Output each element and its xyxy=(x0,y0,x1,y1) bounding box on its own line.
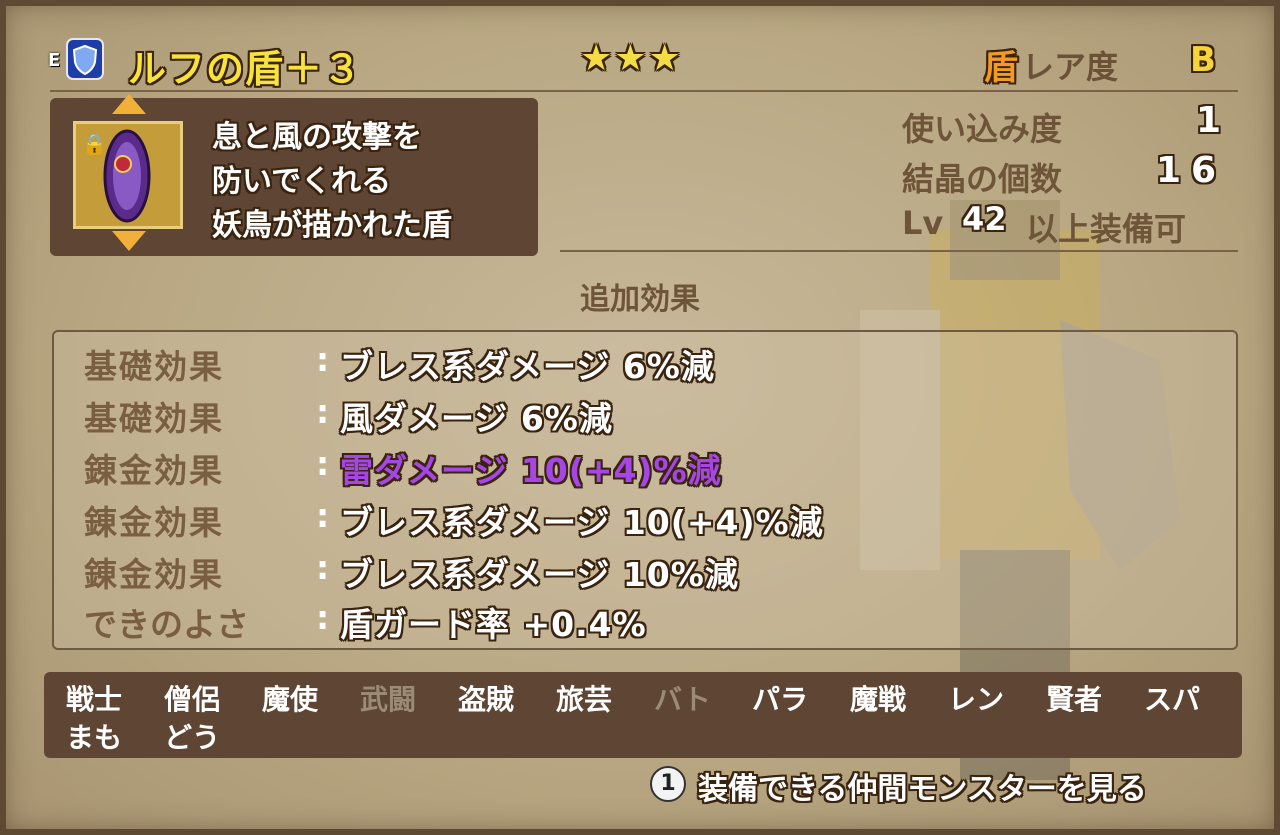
job-dougu: どう xyxy=(164,721,221,754)
job-warrior: 戦士 xyxy=(66,683,123,716)
equipped-mark: E xyxy=(48,50,61,71)
description-line-3: 妖鳥が描かれた盾 xyxy=(212,208,452,243)
effects-panel: 基礎効果 : ブレス系ダメージ 6%減 基礎効果 : 風ダメージ 6%減 錬金効… xyxy=(52,330,1238,650)
effect-value: ブレス系ダメージ 6%減 xyxy=(340,347,715,386)
item-name: ルフの盾＋３ xyxy=(128,47,363,91)
job-thief: 盗賊 xyxy=(458,683,515,716)
effect-colon: : xyxy=(316,548,330,587)
level-value: 42 xyxy=(962,200,1007,238)
job-ranger: レン xyxy=(948,683,1005,716)
description-line-1: 息と風の攻撃を xyxy=(212,120,422,155)
effect-row: 錬金効果 : 雷ダメージ 10(+4)%減 xyxy=(84,444,1184,496)
stats-divider xyxy=(560,250,1238,252)
shield-icon xyxy=(66,38,104,80)
effect-colon: : xyxy=(316,392,330,431)
effect-value: ブレス系ダメージ 10(+4)%減 xyxy=(340,503,824,542)
job-protector: まも xyxy=(66,721,123,754)
item-shield-icon xyxy=(103,129,151,223)
job-sage: 賢者 xyxy=(1046,683,1103,716)
effect-colon: : xyxy=(316,598,330,637)
item-category: 盾 xyxy=(984,48,1018,88)
effect-type: できのよさ xyxy=(84,605,249,644)
rarity-value: B xyxy=(1190,40,1216,80)
effect-value-highlighted: 雷ダメージ 10(+4)%減 xyxy=(340,451,722,490)
job-entertainer: 旅芸 xyxy=(556,683,613,716)
effect-colon: : xyxy=(316,340,330,379)
description-panel: 🔒 息と風の攻撃を 防いでくれる 妖鳥が描かれた盾 xyxy=(50,94,538,256)
job-priest: 僧侶 xyxy=(164,683,221,716)
effect-value: 風ダメージ 6%減 xyxy=(340,399,613,438)
view-monsters-hint[interactable]: 1 装備できる仲間モンスターを見る xyxy=(646,760,1246,808)
effect-type: 錬金効果 xyxy=(84,503,224,542)
title-divider xyxy=(50,90,1238,92)
effect-type: 基礎効果 xyxy=(84,347,224,386)
rarity-label: レア度 xyxy=(1022,48,1119,86)
effect-row: 基礎効果 : 風ダメージ 6%減 xyxy=(84,392,1184,444)
effect-value: 盾ガード率 +0.4% xyxy=(340,605,647,644)
effect-row: 錬金効果 : ブレス系ダメージ 10%減 xyxy=(84,548,1184,600)
stats-panel: 使い込み度 1 結晶の個数 16 Lv 42 以上装備可 xyxy=(560,98,1238,256)
effect-row: できのよさ : 盾ガード率 +0.4% xyxy=(84,598,1184,650)
effect-value: ブレス系ダメージ 10%減 xyxy=(340,555,739,594)
star-rating: ★★★ xyxy=(580,38,683,79)
job-magic-warrior: 魔戦 xyxy=(850,683,907,716)
usage-label: 使い込み度 xyxy=(902,110,1063,148)
description-line-2: 防いでくれる xyxy=(212,164,392,199)
usage-value: 1 xyxy=(1196,100,1222,141)
arrow-down-icon[interactable] xyxy=(112,231,146,251)
job-paladin: パラ xyxy=(752,683,809,716)
effects-heading: 追加効果 xyxy=(580,282,700,317)
effect-colon: : xyxy=(316,444,330,483)
effect-type: 基礎効果 xyxy=(84,399,224,438)
effect-row: 基礎効果 : ブレス系ダメージ 6%減 xyxy=(84,340,1184,392)
button-1-icon[interactable]: 1 xyxy=(650,766,686,802)
level-prefix: Lv xyxy=(902,204,944,242)
equippable-jobs-panel: 戦士 僧侶 魔使 武闘 盗賊 旅芸 バト パラ 魔戦 レン 賢者 スパ まも ど… xyxy=(44,672,1242,758)
job-martial-artist: 武闘 xyxy=(360,683,417,716)
item-detail-window: E ルフの盾＋３ ★★★ 盾 レア度 B 🔒 息と風の攻撃を 防いでくれる 妖鳥… xyxy=(0,0,1280,835)
title-row: E ルフの盾＋３ ★★★ 盾 レア度 B xyxy=(42,36,1242,91)
effect-type: 錬金効果 xyxy=(84,555,224,594)
arrow-up-icon[interactable] xyxy=(112,94,146,114)
effect-type: 錬金効果 xyxy=(84,451,224,490)
job-superstar: スパ xyxy=(1144,683,1201,716)
level-suffix: 以上装備可 xyxy=(1026,210,1187,248)
effect-colon: : xyxy=(316,496,330,535)
hint-text[interactable]: 装備できる仲間モンスターを見る xyxy=(698,764,1147,808)
crystal-value: 16 xyxy=(1156,150,1227,191)
crystal-label: 結晶の個数 xyxy=(902,160,1063,198)
effect-row: 錬金効果 : ブレス系ダメージ 10(+4)%減 xyxy=(84,496,1184,548)
job-mage: 魔使 xyxy=(262,683,319,716)
job-battle-master: バト xyxy=(654,683,711,716)
